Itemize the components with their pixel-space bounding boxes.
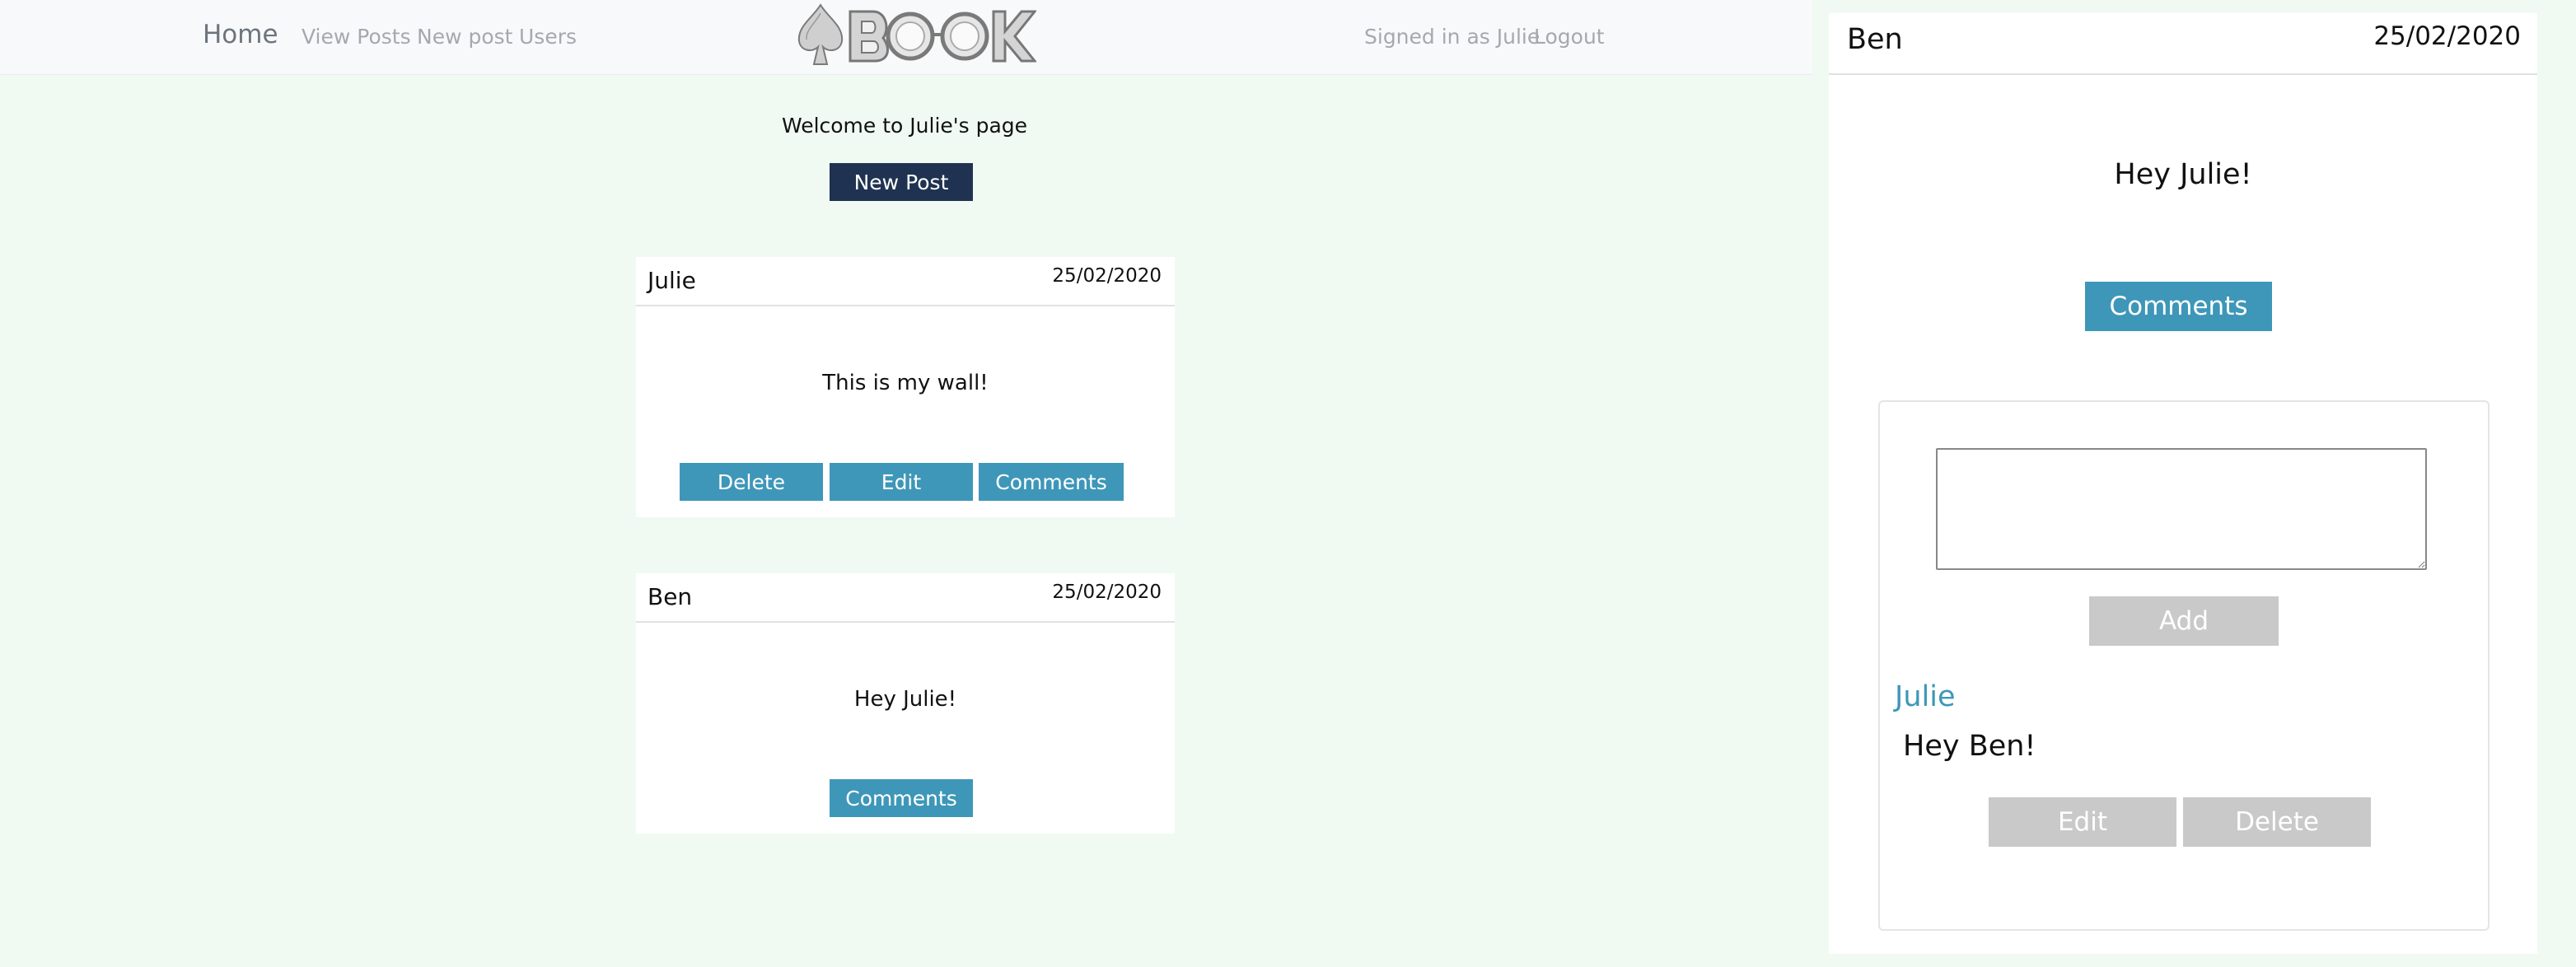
- post-author: Julie: [648, 267, 696, 294]
- nav-new-post-link[interactable]: New post: [417, 25, 512, 49]
- welcome-text: Welcome to Julie's page: [781, 114, 1028, 138]
- nav-users-link[interactable]: Users: [519, 25, 577, 49]
- book-logo: [797, 3, 1036, 65]
- navbar: Home View Posts New post Users Signed in…: [0, 0, 1812, 75]
- post-card: Ben 25/02/2020 Hey Julie! Comments: [636, 573, 1175, 834]
- edit-comment-button[interactable]: Edit: [1989, 797, 2176, 847]
- post-detail-panel: Ben 25/02/2020 Hey Julie! Comments Add J…: [1829, 13, 2537, 954]
- panel-comments-button[interactable]: Comments: [2085, 282, 2272, 331]
- panel-author: Ben: [1847, 23, 1903, 56]
- add-comment-button[interactable]: Add: [2089, 596, 2279, 646]
- post-header: Ben 25/02/2020: [636, 573, 1175, 623]
- edit-post-button[interactable]: Edit: [830, 463, 973, 501]
- comment-author[interactable]: Julie: [1895, 680, 1956, 713]
- comments-button[interactable]: Comments: [830, 779, 973, 817]
- delete-comment-button[interactable]: Delete: [2183, 797, 2371, 847]
- post-body: This is my wall!: [822, 371, 989, 395]
- post-header: Julie 25/02/2020: [636, 257, 1175, 306]
- nav-view-posts-link[interactable]: View Posts: [302, 25, 411, 49]
- new-post-button[interactable]: New Post: [830, 163, 973, 201]
- post-author: Ben: [648, 583, 693, 610]
- panel-date: 25/02/2020: [2373, 21, 2521, 51]
- panel-post-body: Hey Julie!: [2114, 158, 2252, 191]
- signed-in-label: Signed in as Julie: [1364, 25, 1540, 49]
- panel-header: Ben 25/02/2020: [1829, 13, 2537, 75]
- comment-input[interactable]: [1936, 448, 2427, 570]
- post-date: 25/02/2020: [1052, 582, 1162, 603]
- delete-post-button[interactable]: Delete: [680, 463, 823, 501]
- post-card: Julie 25/02/2020 This is my wall! Delete…: [636, 257, 1175, 517]
- post-date: 25/02/2020: [1052, 265, 1162, 287]
- comments-section: Add Julie Hey Ben! Edit Delete: [1878, 400, 2490, 931]
- post-body: Hey Julie!: [853, 687, 957, 712]
- logout-link[interactable]: Logout: [1534, 25, 1605, 49]
- comment-text: Hey Ben!: [1903, 730, 2036, 763]
- comments-button[interactable]: Comments: [979, 463, 1124, 501]
- nav-home-link[interactable]: Home: [203, 20, 278, 49]
